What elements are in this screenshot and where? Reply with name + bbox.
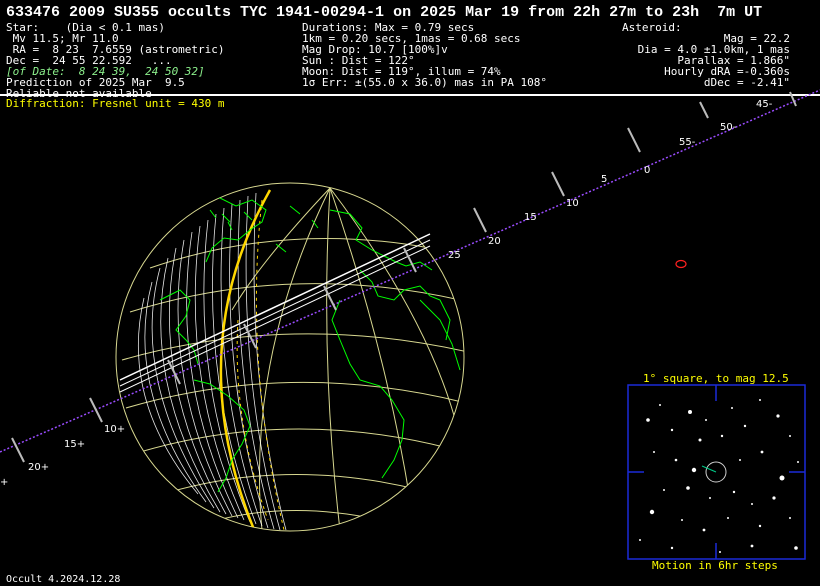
track-label-55minus: 55- bbox=[679, 137, 696, 148]
star-chart-footer: Motion in 6hr steps bbox=[652, 559, 778, 572]
version-label: Occult 4.2024.12.28 bbox=[6, 574, 121, 585]
occultation-map: 20+ 15+ 10+ 25 20 15 10 5 0 55- 50- 45- … bbox=[0, 89, 820, 560]
star-chart-title: 1° square, to mag 12.5 bbox=[643, 372, 789, 385]
track-label-15: 15 bbox=[524, 212, 537, 223]
track-label-15plus: 15+ bbox=[64, 439, 85, 450]
sub-solar-marker bbox=[675, 259, 687, 269]
track-label-20: 20 bbox=[488, 236, 501, 247]
track-label-10plus: 10+ bbox=[104, 424, 125, 435]
track-label-10: 10 bbox=[566, 198, 579, 209]
track-label-5: 5 bbox=[601, 174, 607, 185]
track-label-edge: + bbox=[0, 477, 8, 488]
track-label-20plus: 20+ bbox=[28, 462, 49, 473]
track-label-45minus: 45- bbox=[756, 99, 773, 110]
track-label-25: 25 bbox=[448, 250, 461, 261]
track-label-50minus: 50- bbox=[720, 122, 737, 133]
star-chart bbox=[627, 384, 806, 560]
track-label-0: 0 bbox=[644, 165, 650, 176]
